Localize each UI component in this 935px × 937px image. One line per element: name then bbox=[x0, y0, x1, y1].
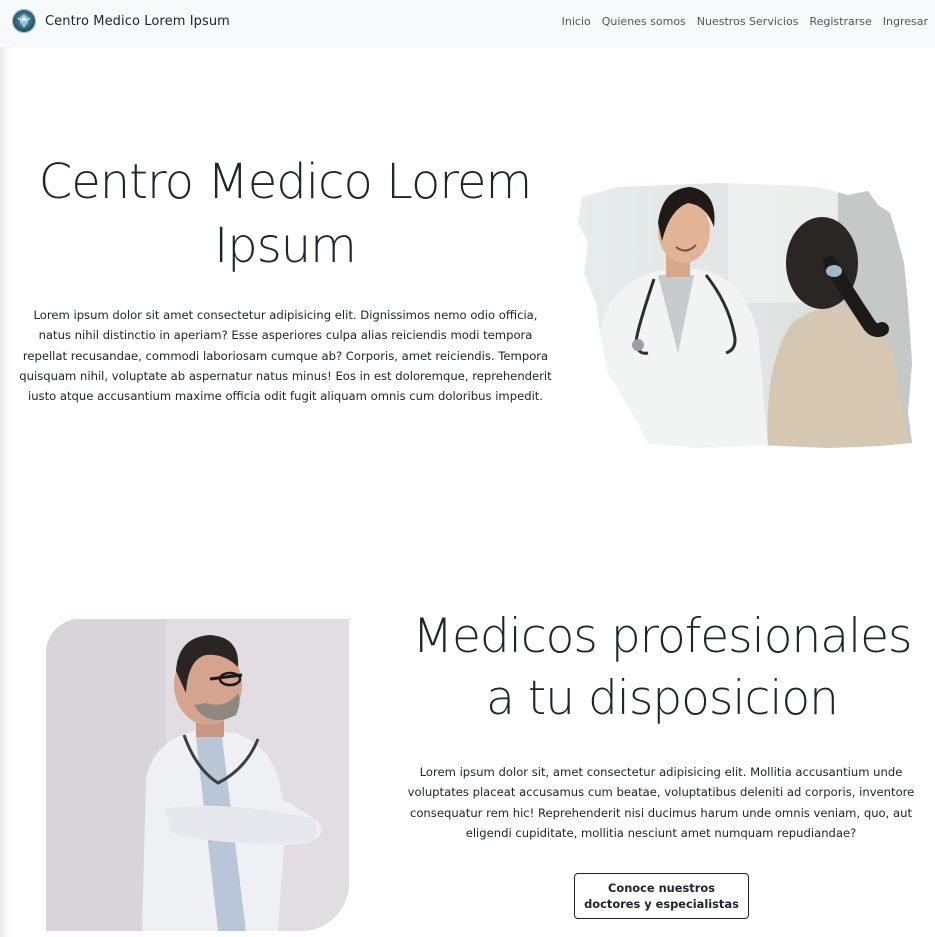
nav-link-inicio[interactable]: Inicio bbox=[562, 15, 591, 28]
hero-description: Lorem ipsum dolor sit amet consectetur a… bbox=[19, 308, 552, 404]
nav-link-quienes-somos[interactable]: Quienes somos bbox=[602, 15, 686, 28]
brand-name: Centro Medico Lorem Ipsum bbox=[45, 13, 230, 29]
nav-link-nuestros-servicios[interactable]: Nuestros Servicios bbox=[697, 15, 799, 28]
brand-link[interactable]: Centro Medico Lorem Ipsum bbox=[12, 9, 230, 33]
section-title-professional-doctors: Medicos profesionales a tu disposicion bbox=[412, 609, 912, 726]
nav-link-ingresar[interactable]: Ingresar bbox=[883, 15, 928, 28]
doctor-portrait-image bbox=[46, 619, 349, 931]
medical-logo-icon bbox=[12, 9, 36, 33]
navbar: Centro Medico Lorem Ipsum Inicio Quienes… bbox=[0, 0, 935, 47]
nav-links: Inicio Quienes somos Nuestros Servicios … bbox=[551, 15, 928, 28]
hero-image-doctor-patient bbox=[578, 183, 912, 448]
section-description: Lorem ipsum dolor sit, amet consectetur … bbox=[407, 765, 915, 840]
meet-doctors-button[interactable]: Conoce nuestros doctores y especialistas bbox=[574, 873, 749, 919]
hero-title: Centro Medico Lorem Ipsum bbox=[38, 154, 533, 274]
nav-link-registrarse[interactable]: Registrarse bbox=[809, 15, 871, 28]
page: Centro Medico Lorem Ipsum Inicio Quienes… bbox=[0, 0, 935, 937]
